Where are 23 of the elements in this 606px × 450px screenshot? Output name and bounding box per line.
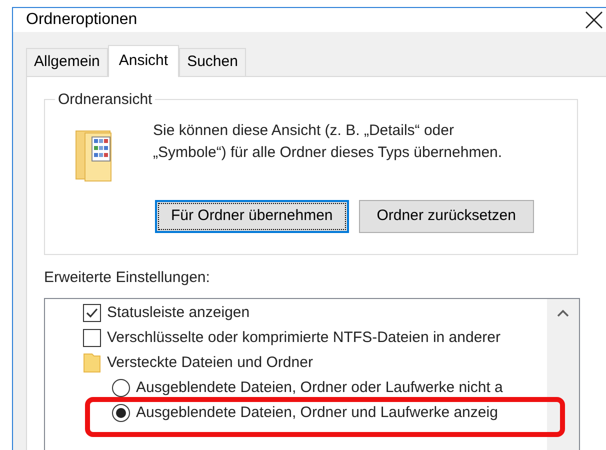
checkmark-icon [85, 306, 99, 320]
radio-button[interactable] [112, 379, 130, 397]
action-button[interactable]: Ordner zurücksetzen [358, 200, 534, 233]
setting-label: Ausgeblendete Dateien, Ordner oder Laufwerke nicht a [136, 378, 503, 398]
radio-button[interactable] [112, 404, 130, 422]
checkbox[interactable] [83, 304, 101, 322]
scroll-up-icon[interactable] [557, 308, 569, 316]
action-button[interactable]: Für Ordner übernehmen [155, 200, 349, 233]
close-button[interactable] [584, 10, 604, 30]
tab[interactable]: Suchen [179, 48, 246, 76]
folder-icon [83, 353, 101, 373]
advanced-label: Erweiterte Einstellungen: [44, 268, 211, 288]
setting-label: Ausgeblendete Dateien, Ordner und Laufwerke anzeig [136, 402, 498, 423]
setting-label: Statusleiste anzeigen [107, 302, 250, 323]
tab[interactable]: Allgemein [26, 48, 108, 76]
setting-label: Verschlüsselte oder komprimierte NTFS-Dateien in anderer [107, 328, 500, 348]
setting-label: Versteckte Dateien und Ordner [107, 352, 313, 373]
checkbox[interactable] [83, 329, 101, 347]
tab[interactable]: Ansicht [108, 45, 180, 77]
folder-view-icon [75, 130, 113, 182]
window-title: Ordneroptionen [26, 10, 138, 30]
scrollbar[interactable] [547, 298, 579, 450]
folder-view-description: Sie können diese Ansicht (z. B. „Details“ oder „Symbole“) für alle Ordner dieses Typs übernehmen. [153, 121, 504, 163]
